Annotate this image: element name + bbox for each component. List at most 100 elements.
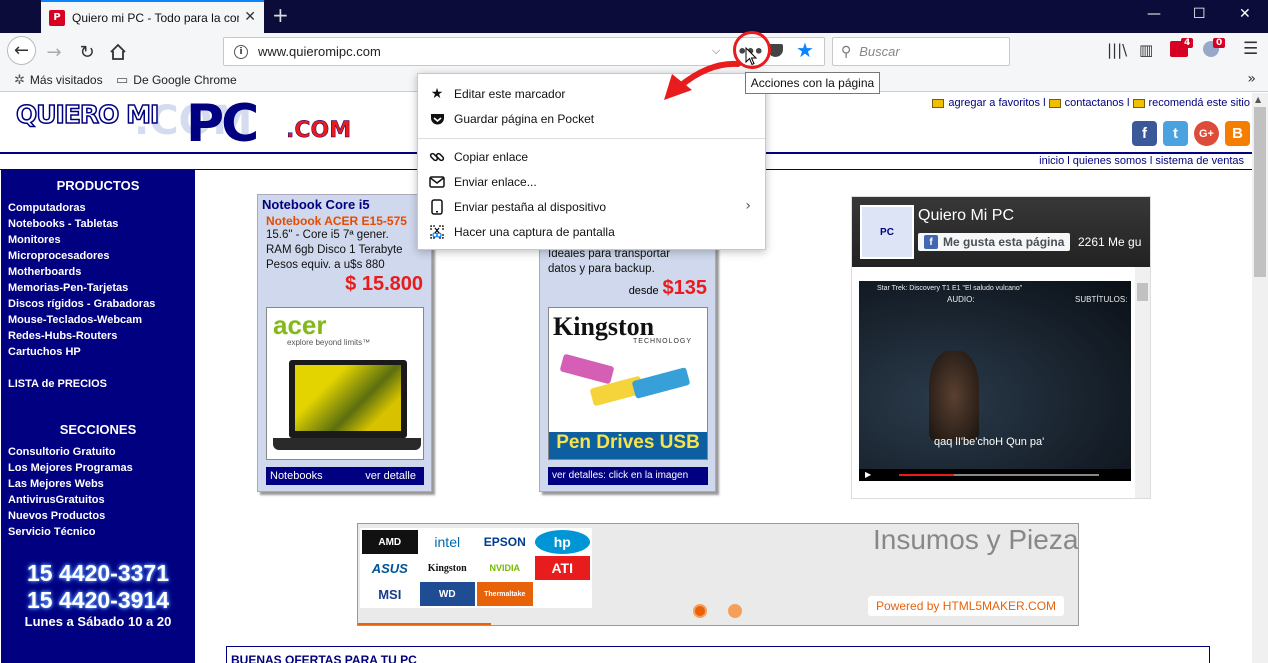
facebook-icon[interactable]: f	[1132, 121, 1157, 146]
folder-icon: ▭	[116, 72, 129, 87]
google-plus-icon[interactable]: G+	[1194, 121, 1219, 146]
video-subtitle: qaq lI'be'choH Qun pa'	[934, 436, 1045, 448]
sidebar-item-discos[interactable]: Discos rígidos - Grabadoras	[1, 296, 195, 312]
scroll-up-icon[interactable]: ▲	[1255, 95, 1261, 104]
hamburger-menu-icon[interactable]: ☰	[1243, 39, 1258, 59]
brands-slider-banner[interactable]: AMD intel EPSON hp ASUS Kingston NVIDIA …	[357, 523, 1079, 626]
minimize-button[interactable]: —	[1147, 6, 1161, 22]
logo-text-b: PC	[186, 94, 259, 154]
sidebar-item-programas[interactable]: Los Mejores Programas	[1, 460, 195, 476]
brand-kingston: Kingston	[427, 562, 467, 574]
tab-close-icon[interactable]: ✕	[244, 9, 256, 25]
menu-item-label: Hacer una captura de pantalla	[454, 225, 615, 239]
sidebar-item-mouse[interactable]: Mouse-Teclados-Webcam	[1, 312, 195, 328]
notebook-product-card[interactable]: Notebook Core i5 Notebook ACER E15-575 1…	[257, 194, 432, 492]
sidebar-item-redes[interactable]: Redes-Hubs-Routers	[1, 328, 195, 344]
kingston-sub: TECHNOLOGY	[633, 338, 693, 345]
card-footer-category[interactable]: Notebooks	[270, 470, 323, 482]
slider-dot-1[interactable]	[693, 604, 707, 618]
menu-item-save-pocket[interactable]: Guardar página en Pocket	[418, 107, 765, 131]
blogger-icon[interactable]: B	[1225, 121, 1250, 146]
fb-like-button[interactable]: f Me gusta esta página	[918, 233, 1071, 251]
url-dropdown-icon[interactable]: ⌵	[712, 44, 720, 58]
scroll-thumb[interactable]	[1254, 107, 1266, 277]
sidebar-item-antivirus[interactable]: AntivirusGratuitos	[1, 492, 195, 508]
sidebar-item-monitores[interactable]: Monitores	[1, 232, 195, 248]
sidebar-item-motherboards[interactable]: Motherboards	[1, 264, 195, 280]
maximize-button[interactable]: ☐	[1193, 6, 1206, 22]
menu-item-label: Enviar pestaña al dispositivo	[454, 200, 607, 214]
pendrive-image[interactable]: Kingston TECHNOLOGY Pen Drives USB	[548, 307, 708, 460]
reload-icon: ↻	[79, 41, 95, 63]
sidebar-icon[interactable]: ▥	[1139, 41, 1153, 59]
search-input[interactable]: ⚲ Buscar	[832, 37, 1010, 66]
annotation-arrow-icon	[664, 60, 741, 100]
url-text[interactable]: www.quieromipc.com	[258, 44, 381, 59]
mail-icon	[429, 174, 445, 190]
sidebar-item-computadoras[interactable]: Computadoras	[1, 200, 195, 216]
sidebar-item-microprocesadores[interactable]: Microprocesadores	[1, 248, 195, 264]
sidebar-item-servicio[interactable]: Servicio Técnico	[1, 524, 195, 540]
notebook-image[interactable]: acer explore beyond limits™	[266, 307, 424, 460]
menu-item-copy-link[interactable]: Copiar enlace	[418, 145, 765, 169]
sidebar-item-cartuchos[interactable]: Cartuchos HP	[1, 344, 195, 360]
brand-msi: MSI	[378, 586, 402, 602]
back-button[interactable]: ←	[7, 36, 36, 65]
fb-scrollbar[interactable]	[1135, 267, 1150, 498]
card-footer[interactable]: Notebooks ver detalle	[266, 467, 424, 485]
sidebar-item-nuevos[interactable]: Nuevos Productos	[1, 508, 195, 524]
close-window-button[interactable]: ✕	[1239, 6, 1251, 22]
video-audio-label: AUDIO:	[947, 295, 975, 304]
menu-item-screenshot[interactable]: Hacer una captura de pantalla	[418, 220, 765, 244]
fb-page-avatar[interactable]: PC	[860, 205, 914, 259]
add-favorites-link[interactable]: agregar a favoritos	[948, 97, 1040, 109]
library-icon[interactable]: |||\	[1107, 41, 1127, 59]
card-price: $135	[662, 277, 708, 299]
sidebar-item-webs[interactable]: Las Mejores Webs	[1, 476, 195, 492]
social-icons: f t G+ B	[1132, 121, 1250, 146]
menu-item-send-link[interactable]: Enviar enlace...	[418, 170, 765, 194]
card-footer-detail-link[interactable]: ver detalle	[365, 467, 416, 485]
powered-by-link[interactable]: Powered by HTML5MAKER.COM	[868, 596, 1065, 616]
bookmark-star-icon[interactable]: ★	[796, 38, 814, 62]
forward-button[interactable]: →	[39, 37, 69, 67]
menu-item-send-tab-device[interactable]: Enviar pestaña al dispositivo ›	[418, 195, 765, 219]
home-button[interactable]	[103, 37, 133, 67]
extension-badge-2: 0	[1213, 38, 1226, 48]
sidebar-item-memorias[interactable]: Memorias-Pen-Tarjetas	[1, 280, 195, 296]
video-progress[interactable]	[899, 474, 1099, 476]
active-tab[interactable]: P Quiero mi PC - Todo para la computador…	[41, 0, 264, 33]
sections-heading: SECCIONES	[59, 422, 137, 437]
reload-button[interactable]: ↻	[72, 37, 102, 67]
new-tab-button[interactable]: +	[272, 3, 289, 27]
fb-video-post[interactable]: Star Trek: Discovery T1 E1 "El saludo vu…	[859, 281, 1131, 481]
slider-dot-2[interactable]	[728, 604, 742, 618]
fb-scroll-thumb[interactable]	[1137, 283, 1148, 301]
star-icon: ★	[430, 86, 444, 102]
sidebar-item-consultorio[interactable]: Consultorio Gratuito	[1, 444, 195, 460]
site-logo[interactable]: .COM QUIERO MI PC .COM	[14, 94, 374, 154]
video-controls[interactable]: ▶	[859, 469, 1131, 481]
video-person	[929, 351, 979, 441]
twitter-icon[interactable]: t	[1163, 121, 1188, 146]
sidebar-item-price-list[interactable]: LISTA de PRECIOS	[1, 376, 195, 392]
bookmark-folder-chrome[interactable]: ▭ De Google Chrome	[116, 72, 237, 88]
contact-link[interactable]: contactanos	[1065, 97, 1124, 109]
play-icon[interactable]: ▶	[865, 470, 871, 479]
page-scrollbar[interactable]: ▲	[1252, 93, 1268, 663]
brand-ati: ATI	[534, 556, 590, 580]
fb-page-name[interactable]: Quiero Mi PC	[918, 207, 1014, 225]
site-info-icon[interactable]: i	[234, 44, 248, 59]
recommend-link[interactable]: recomendá este sitio	[1149, 97, 1251, 109]
screenshot-icon	[429, 224, 445, 240]
search-icon: ⚲	[841, 43, 852, 60]
bookmark-most-visited[interactable]: ✲ Más visitados	[14, 72, 103, 88]
link-icon	[429, 149, 445, 165]
brand-amd: AMD	[362, 530, 418, 554]
chevron-more-icon[interactable]: »	[1247, 71, 1256, 87]
site-nav-links[interactable]: inicio l quienes somos l sistema de vent…	[1039, 155, 1244, 167]
card-footer-detail-link[interactable]: ver detalles: click en la imagen	[548, 467, 708, 485]
facebook-page-widget[interactable]: PC Quiero Mi PC f Me gusta esta página 2…	[851, 196, 1151, 499]
sidebar-item-notebooks[interactable]: Notebooks - Tabletas	[1, 216, 195, 232]
card-title: Notebook Core i5	[262, 197, 370, 212]
